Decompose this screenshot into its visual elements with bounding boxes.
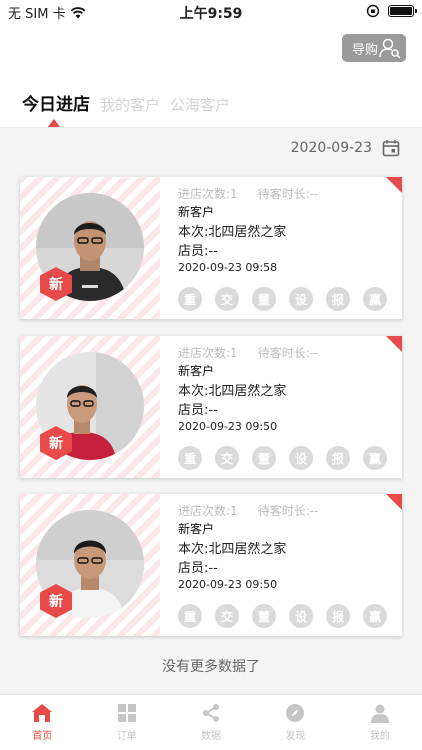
visit-time: 2020-09-23 09:50 (178, 578, 278, 591)
action-button[interactable]: 董 (252, 287, 276, 311)
tab-mine-label: 我的 (369, 731, 390, 742)
staff-name: 店员:-- (178, 244, 218, 259)
customer-type: 新客户 (178, 364, 215, 378)
action-button[interactable]: 赢 (363, 287, 387, 311)
action-button[interactable]: 设 (289, 604, 313, 628)
action-button[interactable]: 重 (178, 604, 202, 628)
customer-type: 新客户 (178, 522, 215, 536)
tab-my-customers[interactable]: 我的客户 (100, 94, 160, 115)
tab-home[interactable]: 首页 (0, 695, 84, 750)
grid-icon (117, 704, 136, 722)
card-stats: 进店次数:1 待客时长:-- (178, 502, 392, 520)
action-button[interactable]: 设 (289, 287, 313, 311)
card-photo-area: 新 (20, 336, 160, 478)
visit-time: 2020-09-23 09:58 (178, 261, 278, 274)
tab-orders-label: 订单 (116, 731, 137, 742)
person-search-icon (379, 38, 401, 59)
visit-location: 本次:北四居然之家 (178, 225, 287, 240)
tab-discover-label: 发现 (285, 731, 306, 742)
card-actions: 重 交 董 设 报 赢 (178, 604, 392, 628)
tab-today-visits[interactable]: 今日进店 (22, 90, 90, 115)
visit-time: 2020-09-23 09:50 (178, 420, 278, 433)
action-button[interactable]: 董 (252, 604, 276, 628)
action-button[interactable]: 设 (289, 446, 313, 470)
tab-mine[interactable]: 我的 (338, 695, 422, 750)
customer-card[interactable]: 新 进店次数:1 待客时长:-- 新客户 本次:北四居然之家 店员:-- 202… (20, 177, 402, 319)
customer-card[interactable]: 新 进店次数:1 待客时长:-- 新客户 本次:北四居然之家 店员:-- 202… (20, 336, 402, 478)
card-info: 进店次数:1 待客时长:-- 新客户 本次:北四居然之家 店员:-- 2020-… (178, 185, 392, 311)
tab-discover[interactable]: 发现 (253, 695, 337, 750)
card-photo-area: 新 (20, 494, 160, 636)
action-button[interactable]: 董 (252, 446, 276, 470)
no-more-data-text: 没有更多数据了 (162, 659, 260, 675)
share-icon (203, 704, 220, 722)
guide-button[interactable]: 导购 (342, 34, 406, 62)
bottom-tab-bar: 首页 订单 数据 发现 我的 (0, 694, 422, 750)
action-button[interactable]: 赢 (363, 446, 387, 470)
card-actions: 重 交 董 设 报 赢 (178, 287, 392, 311)
action-button[interactable]: 交 (215, 287, 239, 311)
status-right (366, 4, 417, 18)
tab-orders[interactable]: 订单 (84, 695, 168, 750)
action-button[interactable]: 报 (326, 604, 350, 628)
wait-duration: 待客时长:-- (257, 346, 319, 360)
tab-data-label: 数据 (201, 731, 222, 742)
card-stats: 进店次数:1 待客时长:-- (178, 185, 392, 203)
guide-label: 导购 (352, 42, 379, 58)
visit-location: 本次:北四居然之家 (178, 542, 287, 557)
action-button[interactable]: 交 (215, 446, 239, 470)
battery-icon (388, 5, 417, 17)
card-stats: 进店次数:1 待客时长:-- (178, 344, 392, 362)
card-photo-area: 新 (20, 177, 160, 319)
person-icon (370, 704, 389, 723)
action-button[interactable]: 报 (326, 446, 350, 470)
wait-duration: 待客时长:-- (257, 187, 319, 201)
orientation-lock-icon (366, 4, 380, 18)
visit-count: 进店次数:1 (178, 346, 238, 360)
card-info: 进店次数:1 待客时长:-- 新客户 本次:北四居然之家 店员:-- 2020-… (178, 502, 392, 628)
card-actions: 重 交 董 设 报 赢 (178, 446, 392, 470)
visit-count: 进店次数:1 (178, 187, 238, 201)
home-icon (32, 704, 53, 722)
action-button[interactable]: 报 (326, 287, 350, 311)
calendar-icon[interactable] (382, 139, 400, 157)
status-time: 上午9:59 (179, 6, 243, 22)
action-button[interactable]: 重 (178, 287, 202, 311)
action-button[interactable]: 赢 (363, 604, 387, 628)
header: 导购 今日进店 我的客户 公海客户 (0, 24, 422, 128)
tab-public-customers[interactable]: 公海客户 (170, 94, 230, 115)
action-button[interactable]: 重 (178, 446, 202, 470)
tabs: 今日进店 我的客户 公海客户 (22, 90, 230, 115)
action-button[interactable]: 交 (215, 604, 239, 628)
compass-icon (286, 704, 305, 722)
status-bar: 无 SIM 卡 上午9:59 (0, 0, 422, 24)
card-info: 进店次数:1 待客时长:-- 新客户 本次:北四居然之家 店员:-- 2020-… (178, 344, 392, 470)
wait-duration: 待客时长:-- (257, 504, 319, 518)
tab-home-label: 首页 (32, 731, 53, 742)
visit-location: 本次:北四居然之家 (178, 384, 287, 399)
tab-data[interactable]: 数据 (169, 695, 253, 750)
staff-name: 店员:-- (178, 403, 218, 418)
staff-name: 店员:-- (178, 561, 218, 576)
customer-card[interactable]: 新 进店次数:1 待客时长:-- 新客户 本次:北四居然之家 店员:-- 202… (20, 494, 402, 636)
date-filter[interactable]: 2020-09-23 (0, 128, 422, 168)
date-value[interactable]: 2020-09-23 (291, 140, 372, 156)
customer-type: 新客户 (178, 205, 215, 219)
visit-count: 进店次数:1 (178, 504, 238, 518)
